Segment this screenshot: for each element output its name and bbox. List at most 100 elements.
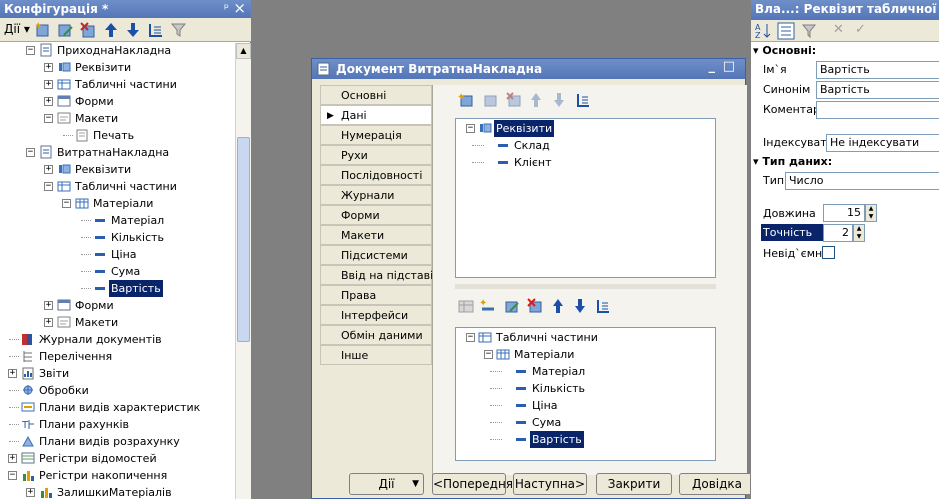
- attr-move-up-icon[interactable]: [529, 91, 543, 109]
- tree-node[interactable]: Печать: [0, 127, 235, 144]
- splitter[interactable]: [455, 284, 716, 289]
- expand-icon[interactable]: +: [44, 97, 53, 106]
- expand-icon[interactable]: +: [44, 80, 53, 89]
- filter-props-icon[interactable]: [801, 22, 817, 40]
- length-field[interactable]: 15: [823, 204, 865, 222]
- attr-sort-icon[interactable]: [575, 91, 591, 109]
- delete-tabular-icon[interactable]: [526, 297, 544, 315]
- add-icon[interactable]: ✦: [33, 21, 51, 39]
- help-button[interactable]: Довідка: [679, 473, 755, 495]
- tree-node[interactable]: + Форми: [0, 297, 235, 314]
- categorized-icon[interactable]: [777, 22, 795, 40]
- sort-icon[interactable]: [147, 21, 165, 39]
- section-main-header[interactable]: ▾ Основні:: [753, 44, 816, 57]
- tree-node[interactable]: − Табличні частини: [0, 178, 235, 195]
- actions-menu[interactable]: Дії ▾: [4, 22, 30, 36]
- length-spinner[interactable]: ▲ ▼: [865, 204, 877, 222]
- tree-node[interactable]: − ВитратнаНакладна: [0, 144, 235, 161]
- pin-icon[interactable]: ᵖ: [224, 1, 229, 15]
- tree-node[interactable]: + Звіти: [0, 365, 235, 382]
- add-tabular-icon[interactable]: ✦: [479, 297, 497, 315]
- expand-icon[interactable]: +: [8, 369, 17, 378]
- tree-node[interactable]: − Регістри накопичення: [0, 467, 235, 484]
- attr-move-down-icon[interactable]: [552, 91, 566, 109]
- apply-icon[interactable]: ✓: [855, 22, 866, 37]
- tree-node[interactable]: Склад: [456, 137, 711, 154]
- tab-move-up-icon[interactable]: [551, 297, 565, 315]
- table-icon[interactable]: [457, 297, 475, 315]
- tree-node[interactable]: − Макети: [0, 110, 235, 127]
- tree-node[interactable]: + Макети: [0, 314, 235, 331]
- edit-icon[interactable]: [56, 21, 74, 39]
- tree-node[interactable]: + Табличні частини: [0, 76, 235, 93]
- tree-node[interactable]: Плани видів характеристик: [0, 399, 235, 416]
- expand-icon[interactable]: +: [44, 301, 53, 310]
- tab-7[interactable]: Форми: [320, 205, 432, 225]
- tree-node[interactable]: − Матеріали: [0, 195, 235, 212]
- delete-icon[interactable]: [79, 21, 97, 39]
- comment-field[interactable]: [816, 101, 939, 119]
- config-scrollbar[interactable]: ▲: [235, 43, 251, 499]
- type-field[interactable]: Число: [785, 172, 939, 190]
- tree-node[interactable]: Вартість: [456, 431, 711, 448]
- tree-node[interactable]: Матеріал: [0, 212, 235, 229]
- tree-node[interactable]: − Реквізити: [456, 120, 711, 137]
- tab-11[interactable]: Права: [320, 285, 432, 305]
- section-type-header[interactable]: ▾ Тип даних:: [753, 155, 832, 168]
- tab-2[interactable]: ▶ Дані: [320, 105, 432, 125]
- tree-node[interactable]: + ЗалишкиМатеріалів: [0, 484, 235, 499]
- clear-icon[interactable]: ✕: [833, 22, 844, 37]
- prev-button[interactable]: <Попередня: [432, 473, 513, 495]
- minimize-button[interactable]: _: [709, 59, 716, 75]
- tree-node[interactable]: + Форми: [0, 93, 235, 110]
- tab-12[interactable]: Інтерфейси: [320, 305, 432, 325]
- tree-node[interactable]: + Реквізити: [0, 161, 235, 178]
- tab-8[interactable]: Макети: [320, 225, 432, 245]
- tab-14[interactable]: Інше: [320, 345, 432, 365]
- tab-5[interactable]: Послідовності: [320, 165, 432, 185]
- name-field[interactable]: Вартість: [816, 61, 939, 79]
- move-down-icon[interactable]: [125, 21, 141, 39]
- tab-3[interactable]: Нумерація: [320, 125, 432, 145]
- collapse-icon[interactable]: −: [44, 114, 53, 123]
- collapse-icon[interactable]: −: [466, 333, 475, 342]
- tree-node[interactable]: Обробки: [0, 382, 235, 399]
- expand-icon[interactable]: +: [44, 63, 53, 72]
- tree-node[interactable]: Кількість: [456, 380, 711, 397]
- tree-node[interactable]: Ціна: [456, 397, 711, 414]
- nonneg-checkbox[interactable]: [822, 246, 835, 259]
- collapse-icon[interactable]: −: [466, 124, 475, 133]
- next-button[interactable]: Наступна>: [513, 473, 587, 495]
- tree-node[interactable]: − ПриходнаНакладна: [0, 43, 235, 59]
- close-button[interactable]: Закрити: [596, 473, 672, 495]
- delete-attribute-icon[interactable]: [505, 91, 523, 109]
- tree-node[interactable]: Сума: [456, 414, 711, 431]
- tab-9[interactable]: Підсистеми: [320, 245, 432, 265]
- collapse-icon[interactable]: −: [62, 199, 71, 208]
- precision-spinner[interactable]: ▲ ▼: [853, 224, 865, 242]
- tree-node[interactable]: Вартість: [0, 280, 235, 297]
- tab-4[interactable]: Рухи: [320, 145, 432, 165]
- scroll-thumb[interactable]: [237, 137, 250, 342]
- index-field[interactable]: Не індексувати: [826, 134, 939, 152]
- tree-node[interactable]: Сума: [0, 263, 235, 280]
- collapse-icon[interactable]: −: [8, 471, 17, 480]
- tab-13[interactable]: Обмін даними: [320, 325, 432, 345]
- tab-10[interactable]: Ввід на підставі: [320, 265, 433, 285]
- expand-icon[interactable]: +: [44, 165, 53, 174]
- actions-button[interactable]: Дії ▼: [349, 473, 424, 495]
- filter-icon[interactable]: [170, 21, 188, 39]
- tree-node[interactable]: Кількість: [0, 229, 235, 246]
- tree-node[interactable]: Т Плани рахунків: [0, 416, 235, 433]
- tab-sort-icon[interactable]: [595, 297, 611, 315]
- tab-6[interactable]: Журнали: [320, 185, 432, 205]
- collapse-icon[interactable]: −: [26, 46, 35, 55]
- tree-node[interactable]: Перелічення: [0, 348, 235, 365]
- collapse-icon[interactable]: −: [44, 182, 53, 191]
- precision-field[interactable]: 2: [823, 224, 853, 242]
- tab-1[interactable]: Основні: [320, 85, 432, 105]
- edit-tabular-icon[interactable]: [503, 297, 521, 315]
- tree-node[interactable]: Журнали документів: [0, 331, 235, 348]
- collapse-icon[interactable]: −: [26, 148, 35, 157]
- tree-node[interactable]: Клієнт: [456, 154, 711, 171]
